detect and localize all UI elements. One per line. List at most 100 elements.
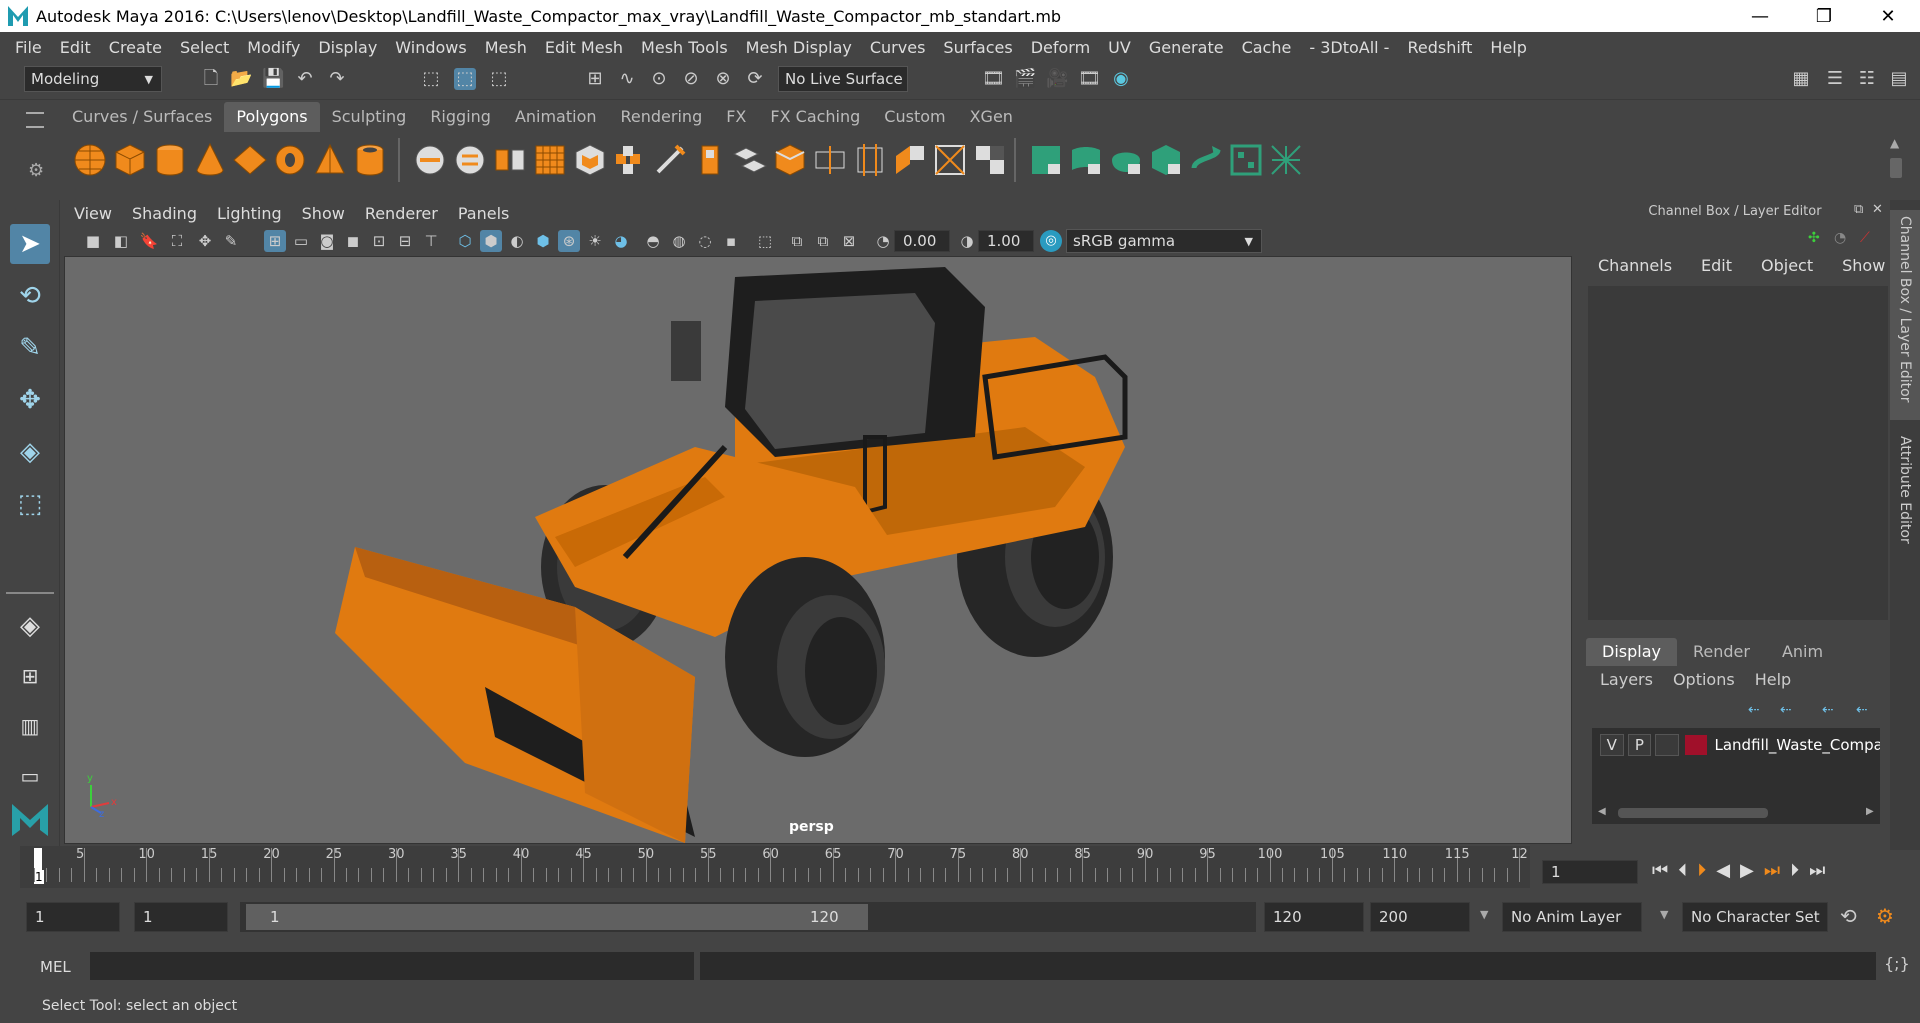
new-layer-icon[interactable]: ⇠ <box>1822 702 1834 718</box>
motion-blur-icon[interactable]: ◍ <box>668 230 690 252</box>
chevron-down-icon[interactable]: ▼ <box>1660 908 1668 921</box>
time-slider[interactable]: 1 5 10 15 20 25 30 35 40 45 50 55 60 65 70 75 80 85 90 95 1… <box>20 846 1530 888</box>
bridge-icon[interactable] <box>730 140 770 180</box>
poly-pyramid-icon[interactable] <box>310 140 350 180</box>
menu-uv[interactable]: UV <box>1099 38 1140 57</box>
undo-icon[interactable]: ↶ <box>294 68 316 90</box>
shelf-settings-icon[interactable]: ⚙ <box>28 160 44 181</box>
uv-automatic-icon[interactable] <box>1146 140 1186 180</box>
landfill-compactor-model[interactable] <box>65 257 1572 844</box>
command-input[interactable] <box>90 952 694 980</box>
scroll-right-icon[interactable]: ▶ <box>1866 806 1874 817</box>
offset-edge-loop-icon[interactable] <box>850 140 890 180</box>
new-scene-icon[interactable]: 🗋 <box>200 68 222 90</box>
vp-menu-show[interactable]: Show <box>292 204 355 223</box>
tab-xgen[interactable]: XGen <box>958 102 1025 132</box>
vp-menu-view[interactable]: View <box>64 204 122 223</box>
xray-components-icon[interactable]: ⧉ <box>812 230 834 252</box>
snap-surface-icon[interactable]: ⊗ <box>712 68 734 90</box>
mode-dropdown[interactable]: Modeling ▼ <box>24 66 162 92</box>
save-scene-icon[interactable]: 💾 <box>262 68 284 90</box>
menu-file[interactable]: File <box>6 38 51 57</box>
lasso-tool-icon[interactable]: ⟲ <box>10 276 50 316</box>
bookmark-icon[interactable]: 🔖 <box>138 230 160 252</box>
anim-layer-dropdown[interactable]: No Anim Layer <box>1502 902 1642 932</box>
mirror-icon[interactable] <box>610 140 650 180</box>
isolate-select-icon[interactable]: ⬚ <box>754 230 776 252</box>
menu-display[interactable]: Display <box>309 38 386 57</box>
insert-edge-loop-icon[interactable] <box>810 140 850 180</box>
menu-select[interactable]: Select <box>171 38 238 57</box>
float-panel-icon[interactable]: ⧉ <box>1854 202 1863 217</box>
menu-help[interactable]: Help <box>1481 38 1535 57</box>
vp-menu-panels[interactable]: Panels <box>448 204 520 223</box>
menu-redshift[interactable]: Redshift <box>1398 38 1481 57</box>
gamma-icon[interactable]: ◑ <box>956 230 978 252</box>
image-plane-icon[interactable]: ⛶ <box>166 230 188 252</box>
select-object-icon[interactable]: ⬚ <box>454 68 476 90</box>
poly-plane-icon[interactable] <box>230 140 270 180</box>
make-live-icon[interactable]: ⟳ <box>744 68 766 90</box>
shelf-scroll-up-icon[interactable]: ▲ <box>1890 136 1899 150</box>
safe-title-icon[interactable]: ⊤ <box>420 230 442 252</box>
field-chart-icon[interactable]: ⊡ <box>368 230 390 252</box>
hypershade-icon[interactable]: ◉ <box>1110 68 1132 90</box>
scroll-left-icon[interactable]: ◀ <box>1598 806 1606 817</box>
manipulator-icon[interactable]: ✣ <box>1808 230 1820 246</box>
gate-mask-icon[interactable]: ◼ <box>342 230 364 252</box>
range-slider-handle[interactable] <box>246 904 868 930</box>
tab-fx-caching[interactable]: FX Caching <box>758 102 872 132</box>
snap-view-icon[interactable]: ⊘ <box>680 68 702 90</box>
go-to-end-icon[interactable]: ⏭ <box>1809 860 1825 881</box>
playback-start-field[interactable]: 1 <box>134 902 228 932</box>
tab-rigging[interactable]: Rigging <box>418 102 503 132</box>
four-view-layout-icon[interactable]: ⊞ <box>10 656 50 696</box>
menu-surfaces[interactable]: Surfaces <box>934 38 1021 57</box>
tab-anim[interactable]: Anim <box>1766 638 1839 666</box>
render-view-icon[interactable]: 🎞 <box>982 68 1005 90</box>
layer-row[interactable]: V P Landfill_Waste_Compa <box>1592 732 1880 758</box>
menu-3dtoall[interactable]: - 3DtoAll - <box>1300 38 1398 57</box>
start-time-field[interactable]: 1 <box>26 902 120 932</box>
poly-pipe-icon[interactable] <box>350 140 390 180</box>
layer-name[interactable]: Landfill_Waste_Compa <box>1715 736 1880 754</box>
use-all-lights-icon[interactable]: ⊛ <box>558 230 580 252</box>
uv-sew-icon[interactable] <box>1266 140 1306 180</box>
tab-rendering[interactable]: Rendering <box>609 102 715 132</box>
xray-icon[interactable]: ◕ <box>610 230 632 252</box>
live-surface-field[interactable]: No Live Surface <box>778 66 908 92</box>
film-gate-icon[interactable]: ▭ <box>290 230 312 252</box>
extrude-icon[interactable] <box>690 140 730 180</box>
move-tool-icon[interactable]: ✥ <box>10 380 50 420</box>
side-tab-attribute-editor[interactable]: Attribute Editor <box>1897 436 1913 544</box>
layer-playback-toggle[interactable]: P <box>1627 734 1652 756</box>
menu-edit-mesh[interactable]: Edit Mesh <box>536 38 632 57</box>
grease-pencil-icon[interactable]: ✎ <box>220 230 242 252</box>
safe-action-icon[interactable]: ⊟ <box>394 230 416 252</box>
paint-select-tool-icon[interactable]: ✎ <box>10 328 50 368</box>
anti-aliasing-icon[interactable]: ◌ <box>694 230 716 252</box>
layer-menu-layers[interactable]: Layers <box>1590 670 1663 689</box>
select-hierarchy-icon[interactable]: ⬚ <box>420 68 442 90</box>
cb-menu-channels[interactable]: Channels <box>1580 256 1683 282</box>
textured-icon[interactable]: ⬢ <box>532 230 554 252</box>
open-scene-icon[interactable]: 📂 <box>230 68 252 90</box>
close-button[interactable]: ✕ <box>1856 6 1920 27</box>
single-view-layout-icon[interactable]: ◈ <box>10 606 50 646</box>
bevel-icon[interactable] <box>770 140 810 180</box>
cb-menu-object[interactable]: Object <box>1743 256 1824 282</box>
tab-fx[interactable]: FX <box>714 102 758 132</box>
menu-curves[interactable]: Curves <box>861 38 935 57</box>
menu-edit[interactable]: Edit <box>51 38 100 57</box>
uv-planar-icon[interactable] <box>1026 140 1066 180</box>
step-back-key-icon[interactable]: ⏴ <box>1678 860 1687 881</box>
combine-icon[interactable] <box>410 140 450 180</box>
uv-cylindrical-icon[interactable] <box>1066 140 1106 180</box>
vp-menu-renderer[interactable]: Renderer <box>355 204 448 223</box>
speed-icon[interactable]: ◔ <box>1834 230 1846 246</box>
wireframe-icon[interactable]: ⬡ <box>454 230 476 252</box>
layer-menu-help[interactable]: Help <box>1745 670 1801 689</box>
layer-visibility-toggle[interactable]: V <box>1600 734 1624 756</box>
tab-custom[interactable]: Custom <box>872 102 957 132</box>
colorspace-dropdown[interactable]: sRGB gamma ▼ <box>1066 229 1262 253</box>
